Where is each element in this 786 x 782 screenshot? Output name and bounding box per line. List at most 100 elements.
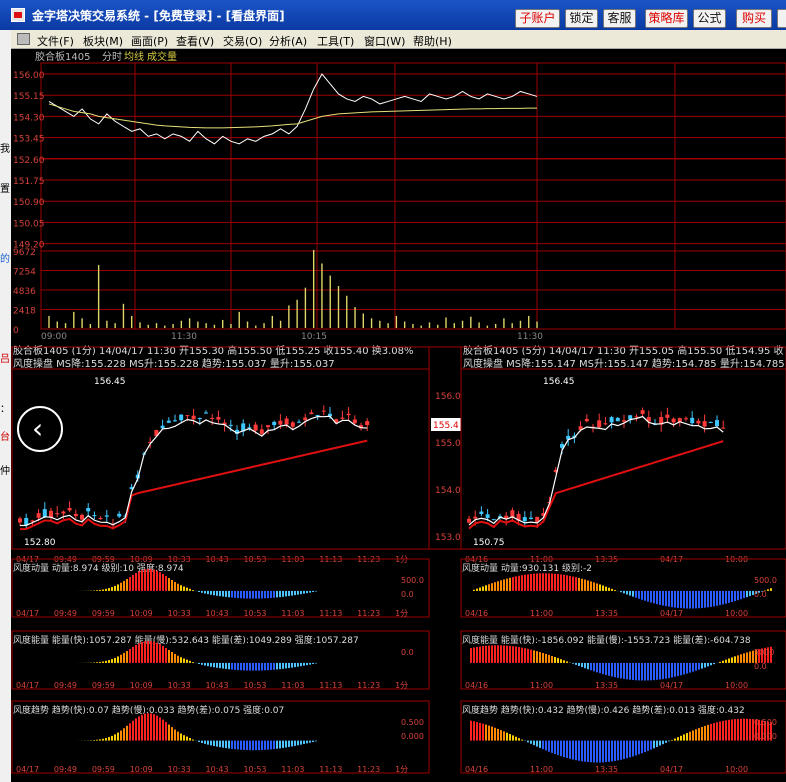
time-tick-label: 10:53 [243, 609, 266, 618]
time-tick-label: 11:13 [319, 681, 342, 690]
left-trend-line [19, 439, 368, 531]
indicator-axis-label: 0.0 [401, 648, 414, 657]
candle-body [272, 421, 277, 426]
buy-button[interactable]: 购买 [736, 9, 772, 28]
formula-button[interactable]: 公式 [693, 9, 726, 28]
candle-body [36, 513, 41, 518]
left-ms-line [19, 415, 368, 527]
menu-trade[interactable]: 交易(O) [223, 33, 262, 49]
app-logo-icon [11, 8, 25, 22]
candle-body [55, 513, 60, 515]
bg-text: 的 [0, 254, 10, 265]
intraday-grid [40, 62, 786, 330]
chevron-left-icon: ‹ [32, 412, 44, 445]
candle-body [671, 418, 676, 423]
candle-body [179, 414, 184, 421]
time-tick-label: 10:00 [725, 681, 748, 690]
left-k-header: 胶合板1405 (1分) 14/04/17 11:30 开155.30 高155… [13, 344, 414, 357]
volume-tick-label: 7254 [13, 268, 36, 278]
candle-body [640, 410, 645, 414]
price-tick-label: 154.0 [435, 486, 461, 496]
indicator-axis-label: 0.0 [754, 590, 767, 599]
charts-canvas[interactable]: 胶合板1405 分时 均线 成交量 156.00155.15154.30153.… [11, 49, 786, 782]
candle-body [702, 421, 707, 427]
time-tick-label: 09:49 [54, 609, 77, 618]
time-tick-label: 04/17 [16, 681, 39, 690]
intraday-volume-axis: 9672 7254 4836 2418 0 [13, 248, 36, 336]
candle-body [473, 516, 478, 519]
price-tick-label: 152.60 [13, 156, 45, 166]
menu-help[interactable]: 帮助(H) [413, 33, 452, 49]
sub-account-button[interactable]: 子账户 [515, 9, 560, 28]
menu-window[interactable]: 窗口(W) [364, 33, 405, 49]
chart-workspace: 胶合板1405 分时 均线 成交量 156.00 155.15 154.30 153.… [11, 49, 786, 782]
intraday-price-axis: 156.00 155.15 154.30 153.45 152.60 151.75 150.… [13, 71, 45, 251]
customer-service-button[interactable]: 客服 [603, 9, 636, 28]
candle-body [609, 417, 614, 423]
time-tick-label: 09:49 [54, 765, 77, 774]
time-tick-label: 11:00 [530, 681, 553, 690]
strategy-library-button[interactable]: 策略库 [645, 9, 688, 28]
time-tick-label: 1分 [395, 765, 408, 774]
candle-body [315, 415, 320, 417]
time-tick-label: 10:09 [130, 609, 153, 618]
candle-body [708, 422, 713, 424]
menu-bar: 文件(F) 板块(M) 画面(P) 查看(V) 交易(O) 分析(A) 工具(T… [11, 30, 786, 49]
candle-body [485, 514, 490, 518]
back-arrow-button[interactable]: ‹ [17, 406, 63, 452]
price-tick-label: 154.30 [13, 113, 45, 123]
time-tick-label: 10:33 [168, 609, 191, 618]
candle-body [721, 427, 726, 429]
lock-button[interactable]: 锁定 [565, 9, 598, 28]
system-menu-icon[interactable] [17, 33, 30, 45]
overflow-button[interactable] [777, 9, 786, 28]
intraday-panel: 胶合板1405 分时 均线 成交量 156.00 155.15 154.30 153.… [13, 50, 786, 342]
candle-body [529, 517, 533, 519]
candle-body [352, 419, 357, 424]
bg-text: 台 [0, 432, 10, 443]
time-tick-label: 10:15 [301, 332, 327, 342]
volume-tick-label: 4836 [13, 287, 36, 297]
candle-body [253, 424, 258, 431]
candle-body [210, 417, 215, 419]
candle-body [216, 416, 221, 420]
right-ms-line [468, 415, 724, 526]
candle-body [684, 418, 688, 420]
bg-text: 我 [0, 144, 10, 155]
bg-text: ： [0, 404, 10, 415]
time-tick-label: 10:33 [168, 681, 191, 690]
time-tick-label: 11:03 [281, 609, 304, 618]
menu-view[interactable]: 查看(V) [176, 33, 214, 49]
time-tick-label: 1分 [395, 681, 408, 690]
price-tick-label: 151.75 [13, 177, 45, 187]
candle-body [117, 513, 122, 517]
indicator-axis-label: 0.500 [754, 718, 777, 727]
time-tick-label: 11:00 [530, 609, 553, 618]
candle-body [522, 517, 527, 522]
indicator-axis-label: 500.0 [754, 576, 777, 585]
price-tick-label: 150.90 [13, 198, 45, 208]
menu-tools[interactable]: 工具(T) [317, 33, 354, 49]
intraday-volume-label: 成交量 [147, 50, 177, 63]
intraday-time-axis: 09:00 11:30 10:15 11:30 [41, 332, 543, 342]
candle-body [284, 418, 289, 425]
indicator-axis-label: 500.0 [401, 576, 424, 585]
price-tick-label: 153.45 [13, 135, 45, 145]
time-tick-label: 13:35 [595, 681, 618, 690]
candle-body [303, 417, 308, 421]
bg-text: 仲 [0, 466, 10, 477]
candle-body [166, 420, 171, 423]
menu-screen[interactable]: 画面(P) [131, 33, 168, 49]
indicator-axis-label: 0.000 [754, 732, 777, 741]
indicator-axis-label: 0.000 [401, 732, 424, 741]
right-k-ma-line: 风度操盘 MS降:155.147 MS升:155.147 趋势:154.785 … [463, 357, 785, 370]
one-minute-kline-panel: 胶合板1405 (1分) 14/04/17 11:30 开155.30 高155… [13, 344, 414, 370]
time-tick-label: 04/16 [465, 765, 488, 774]
candle-body [696, 420, 701, 424]
candle-body [204, 412, 208, 414]
menu-file[interactable]: 文件(F) [37, 33, 74, 49]
intraday-frame [40, 62, 786, 330]
menu-sector[interactable]: 板块(M) [83, 33, 123, 49]
left-min-label: 152.80 [24, 538, 56, 548]
menu-analysis[interactable]: 分析(A) [269, 33, 307, 49]
